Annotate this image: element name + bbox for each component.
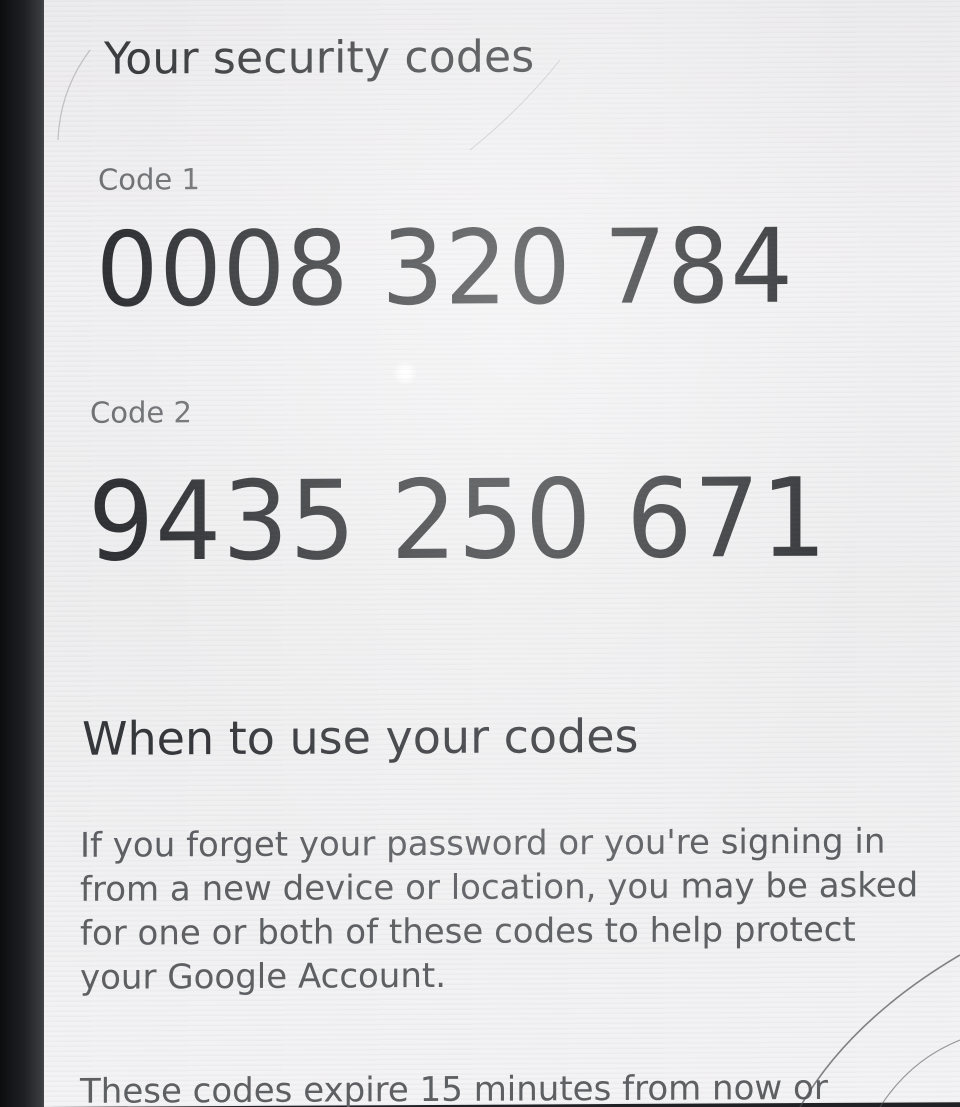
- page-title: Your security codes: [104, 31, 535, 85]
- light-reflection: [390, 362, 420, 385]
- usage-description: If you forget your password or you're si…: [80, 821, 919, 998]
- code-2-value: 9435 250 671: [88, 453, 828, 586]
- code-2-label: Code 2: [90, 395, 192, 430]
- phone-photo: Your security codes Code 1 0008 320 784 …: [0, 0, 960, 1107]
- expiry-note: These codes expire 15 minutes from now o…: [80, 1067, 828, 1107]
- code-1-label: Code 1: [98, 162, 200, 197]
- security-codes-screen: Your security codes Code 1 0008 320 784 …: [44, 0, 960, 1107]
- usage-heading: When to use your codes: [82, 708, 639, 766]
- code-1-value: 0008 320 784: [96, 207, 794, 331]
